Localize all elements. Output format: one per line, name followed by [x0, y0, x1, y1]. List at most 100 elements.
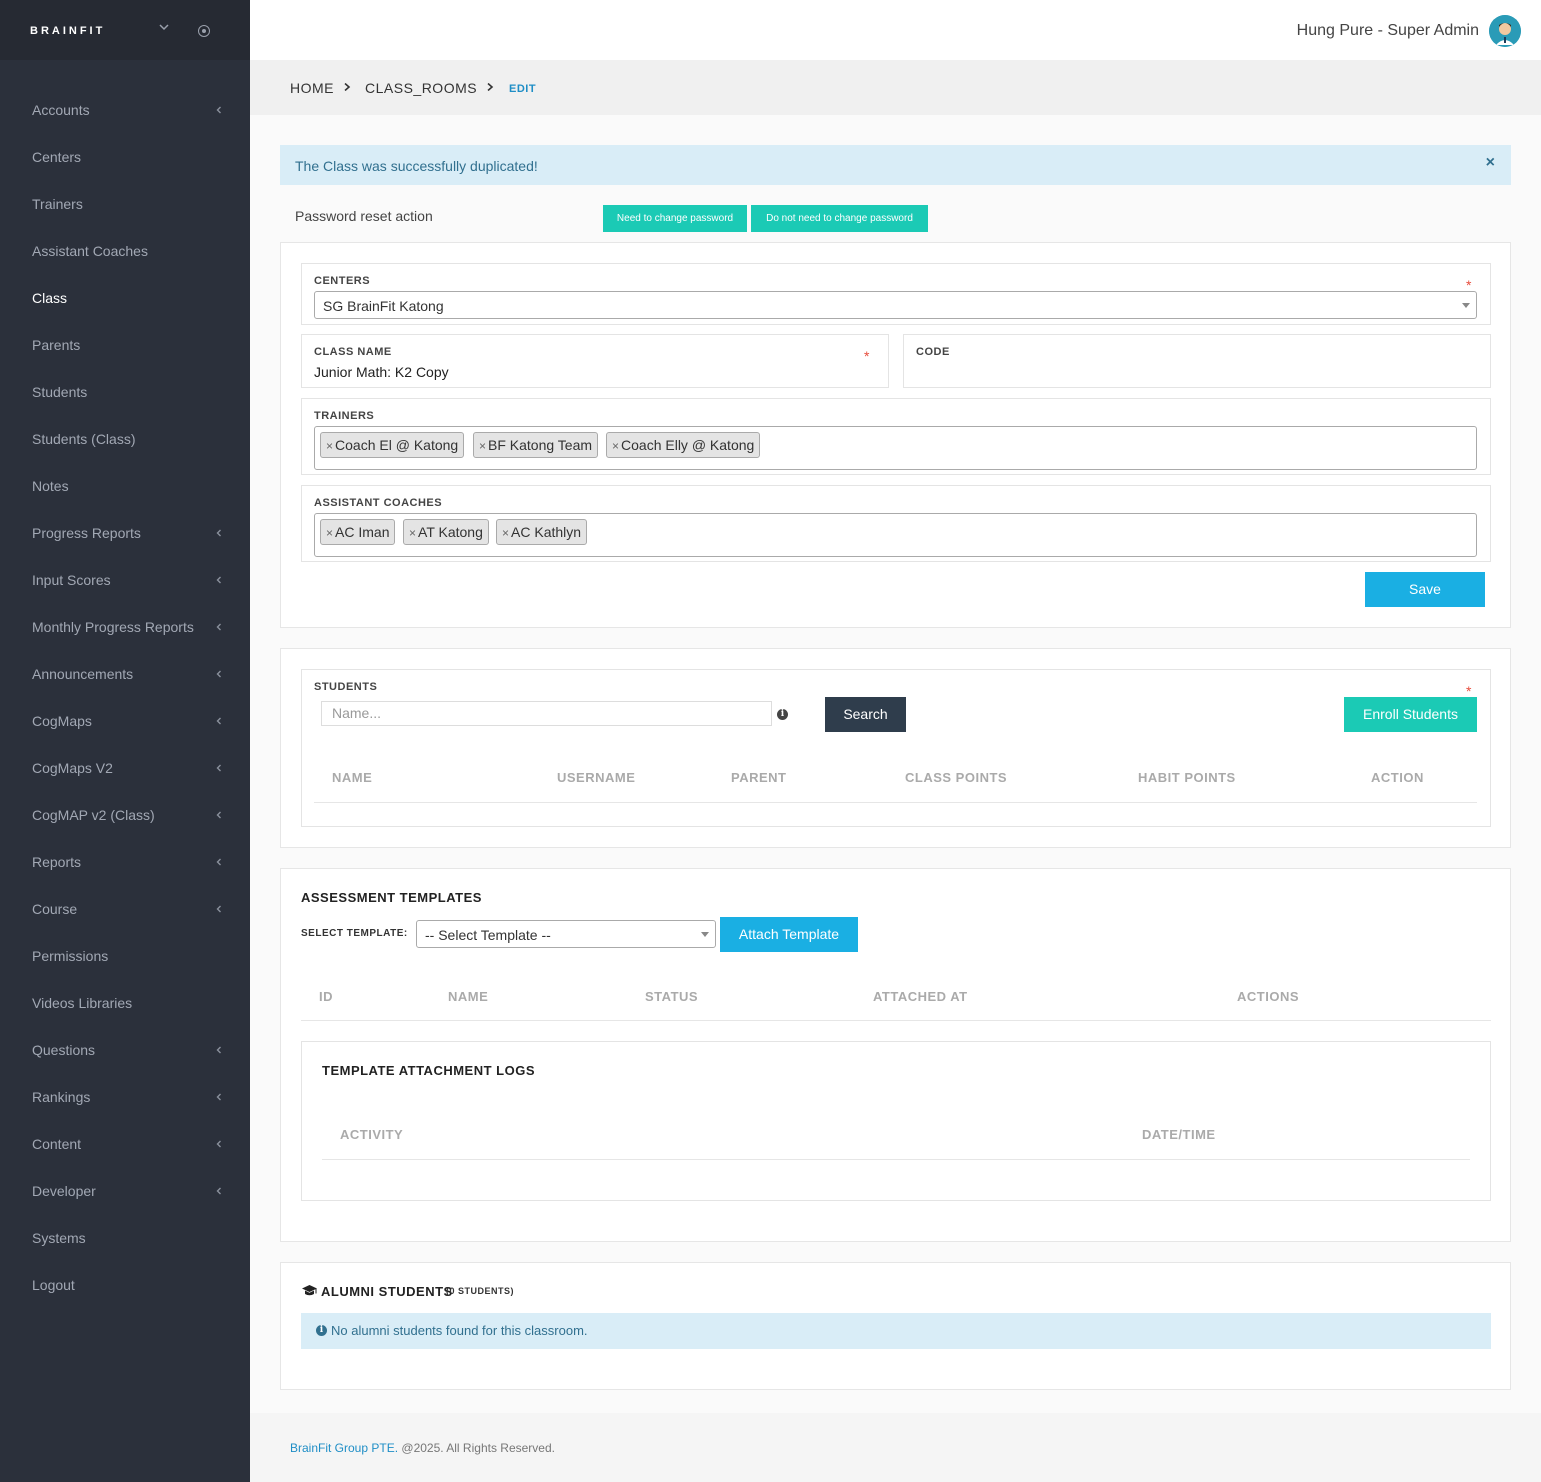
sidebar-item-cogmap-v2-class[interactable]: CogMAP v2 (Class)	[0, 792, 250, 839]
sidebar-item-trainers[interactable]: Trainers	[0, 181, 250, 228]
chevron-left-icon[interactable]	[214, 1045, 224, 1055]
search-button[interactable]: Search	[825, 697, 906, 732]
sidebar-item-progress-reports[interactable]: Progress Reports	[0, 510, 250, 557]
chevron-left-icon[interactable]	[214, 1139, 224, 1149]
success-alert: The Class was successfully duplicated! ×	[280, 145, 1511, 185]
chevron-left-icon[interactable]	[214, 575, 224, 585]
remove-icon[interactable]: ×	[409, 526, 416, 540]
no-need-change-password-button[interactable]: Do not need to change password	[751, 205, 928, 232]
sidebar-item-parents[interactable]: Parents	[0, 322, 250, 369]
save-button[interactable]: Save	[1365, 572, 1485, 607]
column-header[interactable]: STATUS	[645, 989, 698, 1004]
column-header[interactable]: ID	[319, 989, 333, 1004]
close-icon[interactable]: ×	[1486, 154, 1495, 172]
sidebar-item-assistant-coaches[interactable]: Assistant Coaches	[0, 228, 250, 275]
sidebar-item-developer[interactable]: Developer	[0, 1168, 250, 1215]
breadcrumb-edit: EDIT	[509, 83, 537, 95]
sidebar-item-label: Announcements	[32, 666, 134, 682]
sidebar-item-content[interactable]: Content	[0, 1121, 250, 1168]
column-header[interactable]: ACTION	[1371, 770, 1424, 785]
sidebar-item-rankings[interactable]: Rankings	[0, 1074, 250, 1121]
sidebar-item-cogmaps[interactable]: CogMaps	[0, 698, 250, 745]
template-select[interactable]: -- Select Template --	[416, 920, 716, 948]
trainer-tag[interactable]: × BF Katong Team	[473, 432, 599, 458]
trainers-field: TRAINERS × Coach El @ Katong × BF Katong T…	[301, 398, 1491, 475]
column-header[interactable]: USERNAME	[557, 770, 635, 785]
coach-tag[interactable]: × AC Iman	[320, 519, 396, 545]
sidebar-item-label: Parents	[32, 337, 81, 353]
remove-icon[interactable]: ×	[612, 439, 619, 453]
target-icon[interactable]	[198, 25, 210, 37]
column-header[interactable]: ATTACHED AT	[873, 989, 968, 1004]
chevron-left-icon[interactable]	[214, 763, 224, 773]
sidebar-item-label: Monthly Progress Reports	[32, 619, 194, 635]
brand-logo[interactable]: BRAINFIT	[30, 25, 105, 37]
sidebar-item-centers[interactable]: Centers	[0, 134, 250, 181]
trainer-tag[interactable]: × Coach El @ Katong	[320, 432, 465, 458]
chevron-left-icon[interactable]	[214, 857, 224, 867]
coach-tag[interactable]: × AC Kathlyn	[496, 519, 588, 545]
divider	[314, 802, 1477, 803]
sidebar-item-questions[interactable]: Questions	[0, 1027, 250, 1074]
chevron-left-icon[interactable]	[214, 669, 224, 679]
avatar[interactable]	[1489, 15, 1521, 47]
sidebar-item-course[interactable]: Course	[0, 886, 250, 933]
sidebar-item-logout[interactable]: Logout	[0, 1262, 250, 1309]
remove-icon[interactable]: ×	[502, 526, 509, 540]
sidebar-item-accounts[interactable]: Accounts	[0, 87, 250, 134]
sidebar-item-label: Logout	[32, 1277, 75, 1293]
sidebar-item-students[interactable]: Students	[0, 369, 250, 416]
column-header[interactable]: ACTIONS	[1237, 989, 1299, 1004]
sidebar-item-reports[interactable]: Reports	[0, 839, 250, 886]
chevron-left-icon[interactable]	[214, 716, 224, 726]
trainers-multiselect[interactable]: × Coach El @ Katong × BF Katong Team × Coac…	[314, 426, 1477, 470]
need-change-password-button[interactable]: Need to change password	[603, 205, 747, 232]
sidebar: BRAINFIT Accounts Centers Trainers Assistan…	[0, 0, 250, 1482]
assistant-coaches-multiselect[interactable]: × AC Iman × AT Katong × AC Kathlyn	[314, 513, 1477, 557]
sidebar-item-label: Rankings	[32, 1089, 91, 1105]
enroll-students-button[interactable]: Enroll Students	[1344, 697, 1477, 732]
chevron-left-icon[interactable]	[214, 1092, 224, 1102]
sidebar-item-systems[interactable]: Systems	[0, 1215, 250, 1262]
sidebar-item-notes[interactable]: Notes	[0, 463, 250, 510]
sidebar-item-label: CogMAP v2 (Class)	[32, 807, 155, 823]
sidebar-item-monthly-progress-reports[interactable]: Monthly Progress Reports	[0, 604, 250, 651]
company-link[interactable]: BrainFit Group PTE.	[290, 1441, 398, 1455]
attach-template-button[interactable]: Attach Template	[720, 917, 858, 952]
user-name[interactable]: Hung Pure - Super Admin	[1297, 22, 1479, 40]
trainer-tag[interactable]: × Coach Elly @ Katong	[606, 432, 761, 458]
sidebar-item-cogmaps-v2[interactable]: CogMaps V2	[0, 745, 250, 792]
chevron-left-icon[interactable]	[214, 1186, 224, 1196]
chevron-down-icon[interactable]	[158, 21, 170, 33]
class-name-input[interactable]: Junior Math: K2 Copy	[314, 364, 449, 380]
chevron-right-icon	[344, 83, 351, 91]
breadcrumb-class-rooms[interactable]: CLASS_ROOMS	[365, 80, 477, 96]
column-header[interactable]: HABIT POINTS	[1138, 770, 1236, 785]
column-header[interactable]: ACTIVITY	[340, 1127, 403, 1142]
sidebar-item-permissions[interactable]: Permissions	[0, 933, 250, 980]
centers-select[interactable]: SG BrainFit Katong	[314, 291, 1477, 319]
column-header[interactable]: NAME	[448, 989, 488, 1004]
remove-icon[interactable]: ×	[326, 439, 333, 453]
alumni-count: (0 STUDENTS)	[446, 1286, 515, 1296]
column-header[interactable]: PARENT	[731, 770, 786, 785]
sidebar-item-class[interactable]: Class	[0, 275, 250, 322]
coach-tag[interactable]: × AT Katong	[403, 519, 489, 545]
student-search-input[interactable]: Name...	[321, 701, 772, 726]
chevron-left-icon[interactable]	[214, 105, 224, 115]
alumni-title: ALUMNI STUDENTS	[321, 1284, 453, 1299]
remove-icon[interactable]: ×	[326, 526, 333, 540]
chevron-left-icon[interactable]	[214, 528, 224, 538]
sidebar-item-announcements[interactable]: Announcements	[0, 651, 250, 698]
column-header[interactable]: NAME	[332, 770, 372, 785]
remove-icon[interactable]: ×	[479, 439, 486, 453]
sidebar-item-videos-libraries[interactable]: Videos Libraries	[0, 980, 250, 1027]
sidebar-item-input-scores[interactable]: Input Scores	[0, 557, 250, 604]
chevron-left-icon[interactable]	[214, 810, 224, 820]
chevron-left-icon[interactable]	[214, 622, 224, 632]
chevron-left-icon[interactable]	[214, 904, 224, 914]
column-header[interactable]: CLASS POINTS	[905, 770, 1007, 785]
breadcrumb-home[interactable]: HOME	[290, 80, 334, 96]
sidebar-item-students-class[interactable]: Students (Class)	[0, 416, 250, 463]
column-header[interactable]: DATE/TIME	[1142, 1127, 1216, 1142]
